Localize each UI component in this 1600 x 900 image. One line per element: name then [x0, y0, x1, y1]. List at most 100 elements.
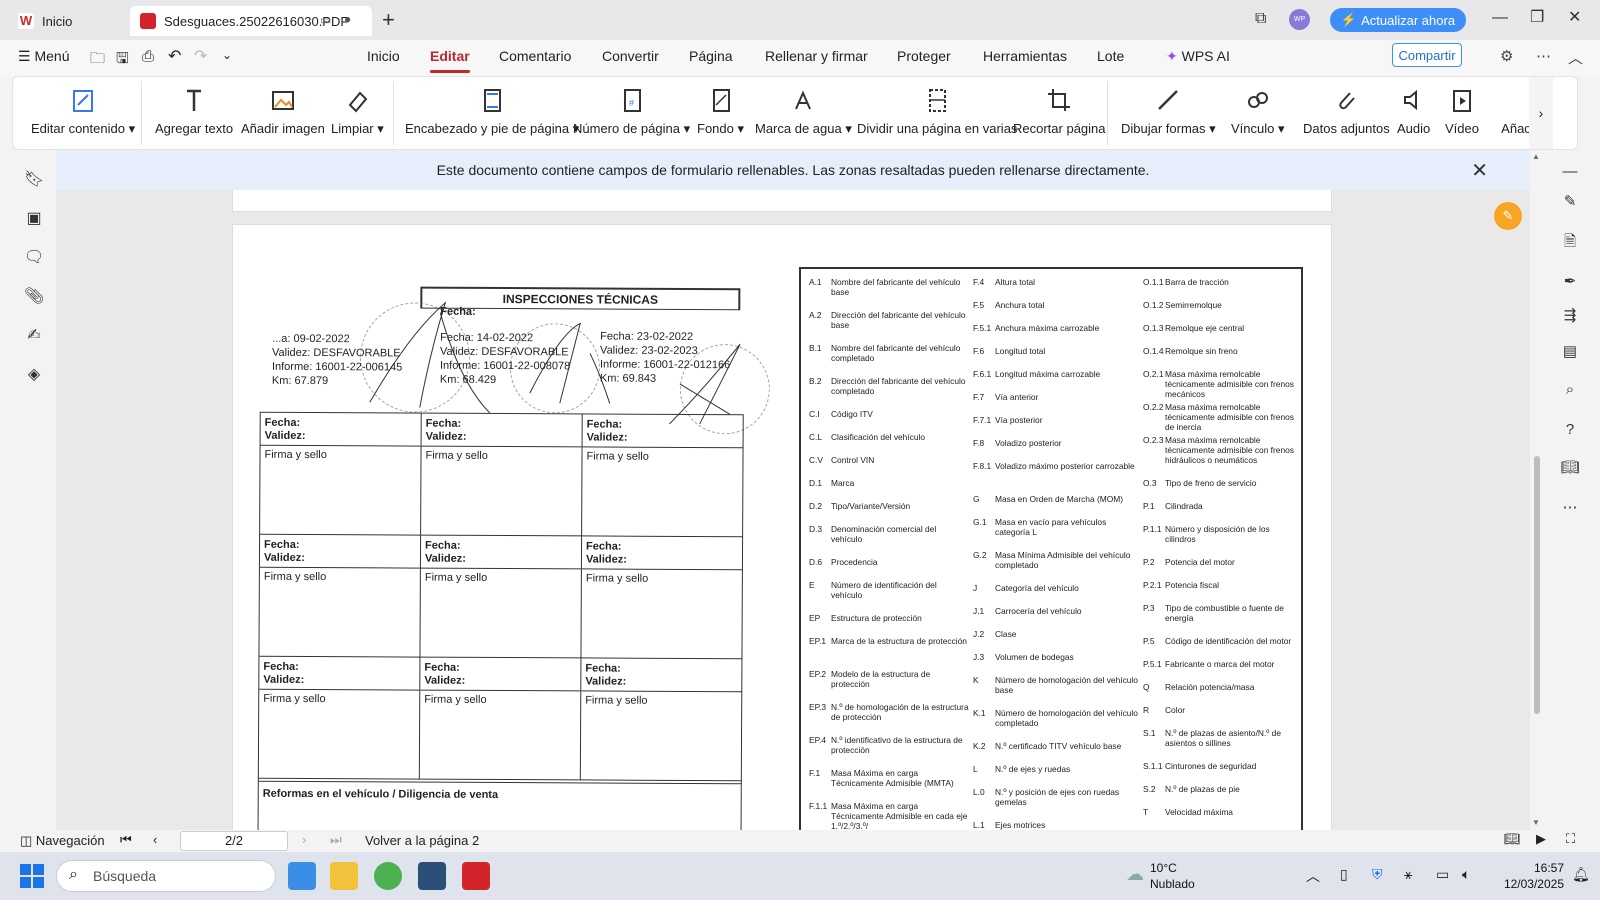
notifications-icon[interactable]: 🔔︎	[1572, 866, 1590, 883]
weather-widget[interactable]: ☁ 10°C Nublado	[1126, 860, 1195, 892]
inspection-cell[interactable]: Fecha: Validez: Firma y sello	[580, 658, 743, 782]
file-explorer-icon[interactable]	[330, 862, 358, 890]
thumbnails-icon[interactable]: ▣	[24, 209, 44, 229]
quick-access-dropdown-icon[interactable]: ⌄	[222, 48, 232, 62]
windows-start-icon[interactable]	[20, 864, 44, 888]
scroll-up-arrow[interactable]: ▲	[1532, 152, 1540, 161]
collapse-ribbon-icon[interactable]: ︿	[1568, 47, 1583, 68]
ribbon-scroll-right-button[interactable]: ›	[1529, 77, 1553, 149]
tab-convertir[interactable]: Convertir	[602, 48, 659, 64]
open-folder-icon[interactable]: 🗀	[90, 48, 105, 73]
inspection-cell[interactable]: Fecha: Validez: Firma y sello	[419, 657, 582, 781]
video-button[interactable]: Vídeo	[1445, 85, 1479, 143]
tab-proteger[interactable]: Proteger	[897, 48, 951, 64]
read-mode-icon[interactable]: 📖︎	[1504, 831, 1521, 847]
layers-icon[interactable]: ◈	[24, 365, 44, 385]
collapse-panel-icon[interactable]: —	[1560, 162, 1580, 182]
add-image-button[interactable]: Añadir imagen	[241, 85, 325, 143]
comments-icon[interactable]: 🗨︎	[24, 248, 44, 268]
scroll-thumb[interactable]	[1534, 456, 1540, 714]
tab-home[interactable]: W Inicio	[8, 6, 128, 36]
inspection-cell[interactable]: Fecha: Validez: Firma y sello	[259, 534, 422, 658]
first-page-icon[interactable]: ⏮	[120, 832, 132, 848]
add-text-button[interactable]: Agregar texto	[155, 85, 233, 143]
play-icon[interactable]: ▶	[1536, 831, 1546, 847]
back-to-page-link[interactable]: Volver a la página 2	[365, 833, 479, 848]
tab-document[interactable]: Sdesguaces.25022616030.PDF ▭ ●	[130, 6, 372, 36]
crop-page-button[interactable]: Recortar página	[1013, 85, 1106, 143]
app-icon[interactable]	[418, 862, 446, 890]
inspection-cell[interactable]: Fecha: Validez: Firma y sello	[260, 412, 422, 536]
tab-editar[interactable]: Editar	[430, 48, 470, 73]
tab-comentario[interactable]: Comentario	[499, 48, 571, 64]
tab-rellenar-y-firmar[interactable]: Rellenar y firmar	[765, 48, 868, 64]
header-footer-button[interactable]: Encabezado y pie de página ▾	[405, 85, 579, 143]
edit-panel-icon[interactable]: ✎	[1560, 192, 1580, 212]
security-icon[interactable]: ⛨	[1372, 866, 1383, 883]
inspection-cell[interactable]: Fecha: Validez: Firma y sello	[421, 413, 583, 537]
properties-panel-icon[interactable]: ▤	[1560, 342, 1580, 362]
network-icon[interactable]: ⚹	[1404, 866, 1412, 883]
save-icon[interactable]: 🖫	[116, 48, 129, 73]
taskbar-search[interactable]: ⌕ Búsqueda	[56, 860, 276, 892]
last-page-icon[interactable]: ⏭	[330, 832, 342, 848]
tab-herramientas[interactable]: Herramientas	[983, 48, 1067, 64]
window-mode-icon[interactable]: ⧉	[1255, 9, 1266, 29]
settings-icon[interactable]: ⚙	[1500, 47, 1513, 65]
volume-icon[interactable]: 🔈︎	[1462, 866, 1470, 883]
background-button[interactable]: Fondo ▾	[697, 85, 744, 143]
widgets-icon[interactable]	[288, 862, 316, 890]
form-panel-icon[interactable]: 🗎	[1560, 232, 1580, 252]
usb-icon[interactable]: ▯	[1340, 866, 1348, 883]
search-panel-icon[interactable]: ⌕	[1560, 380, 1580, 400]
monitor-icon[interactable]: ▭	[320, 13, 331, 27]
display-icon[interactable]: ▭	[1436, 866, 1449, 883]
audio-button[interactable]: Audio	[1397, 85, 1430, 143]
signature-icon[interactable]: ✍︎	[24, 326, 44, 346]
chevron-up-icon[interactable]: ︿	[1306, 866, 1320, 886]
attachments-button[interactable]: Datos adjuntos	[1303, 85, 1390, 143]
wps-office-icon[interactable]	[462, 862, 490, 890]
share-button[interactable]: Compartir	[1392, 43, 1462, 67]
bookmark-icon[interactable]: 🔖︎	[24, 170, 44, 190]
attachments-panel-icon[interactable]: 📎︎	[24, 287, 44, 307]
avatar[interactable]: WP	[1289, 9, 1310, 30]
fullscreen-icon[interactable]: ⛶	[1566, 831, 1575, 847]
compare-panel-icon[interactable]: ⇶	[1560, 306, 1580, 326]
update-now-button[interactable]: ⚡ Actualizar ahora	[1330, 8, 1466, 32]
close-icon[interactable]: ✕	[1471, 158, 1488, 183]
vertical-scrollbar[interactable]: ▲ ▼	[1530, 150, 1544, 830]
inspection-cell[interactable]: Fecha: Validez: Firma y sello	[581, 536, 744, 660]
inspection-cell[interactable]: Fecha: Validez: Firma y sello	[582, 414, 744, 538]
link-button[interactable]: Vínculo ▾	[1231, 85, 1285, 143]
tab-wps-ai[interactable]: ✦ WPS AI	[1166, 48, 1230, 65]
maximize-button[interactable]: ❐	[1530, 8, 1544, 28]
navigation-button[interactable]: ◫ Navegación	[20, 833, 105, 849]
more-tools-icon[interactable]: ⋯	[1560, 498, 1580, 518]
page-number-input[interactable]: 2/2	[180, 831, 288, 851]
inspection-cell[interactable]: Fecha: Validez: Firma y sello	[420, 535, 583, 659]
pen-floating-button[interactable]: ✎	[1494, 202, 1522, 230]
more-options-icon[interactable]: ⋯	[1536, 47, 1551, 65]
prev-page-icon[interactable]: ‹	[153, 832, 157, 847]
draw-shapes-button[interactable]: Dibujar formas ▾	[1121, 85, 1216, 143]
undo-icon[interactable]: ↶	[168, 46, 181, 66]
scroll-down-arrow[interactable]: ▼	[1532, 818, 1540, 827]
clear-button[interactable]: Limpiar ▾	[331, 85, 384, 143]
book-icon[interactable]: 📖︎	[1560, 458, 1580, 478]
next-page-icon[interactable]: ›	[302, 832, 306, 847]
clock[interactable]: 16:57 12/03/2025	[1484, 860, 1564, 892]
redo-icon[interactable]: ↷	[194, 46, 207, 66]
tab-pagina[interactable]: Página	[689, 48, 733, 64]
new-tab-button[interactable]: +	[382, 9, 395, 31]
tab-inicio[interactable]: Inicio	[367, 48, 400, 64]
add-more-button[interactable]: Añac	[1501, 85, 1531, 143]
minimize-button[interactable]: —	[1492, 8, 1508, 28]
document-viewer[interactable]: Este documento contiene campos de formul…	[56, 150, 1530, 830]
chrome-icon[interactable]	[374, 862, 402, 890]
inspection-cell[interactable]: Fecha: Validez: Firma y sello	[258, 656, 421, 780]
menu-button[interactable]: ☰ Menú	[18, 48, 69, 65]
page-number-button[interactable]: # Número de página ▾	[573, 85, 690, 143]
unsaved-dot-icon[interactable]: ●	[344, 12, 351, 26]
help-icon[interactable]: ?	[1560, 420, 1580, 440]
